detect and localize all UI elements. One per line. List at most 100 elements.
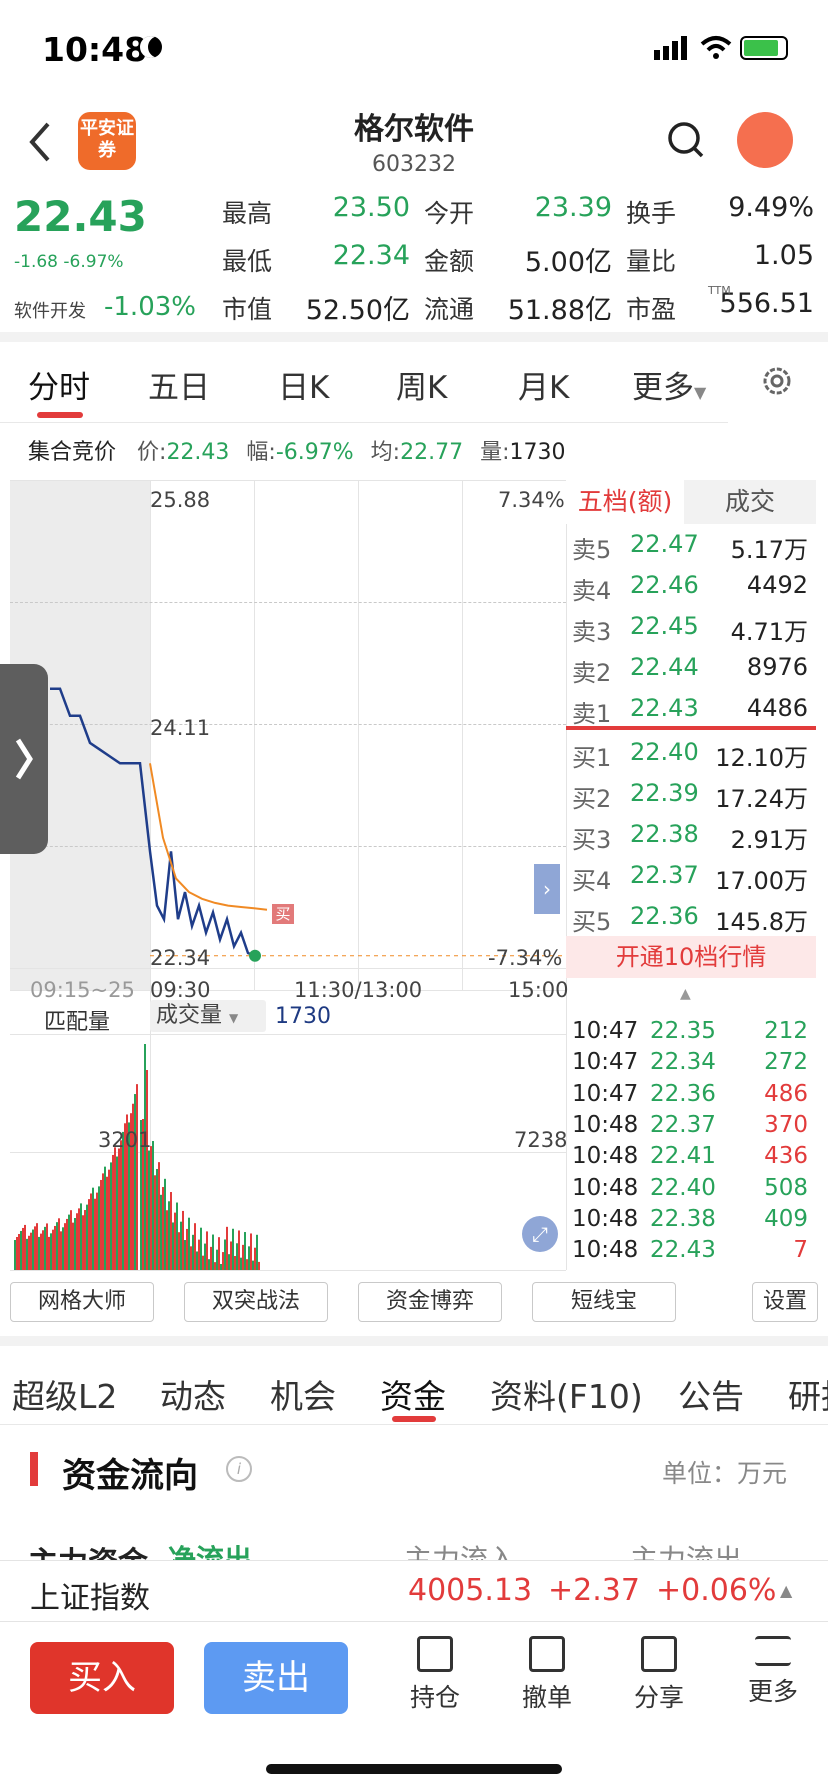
share-button[interactable]: 分享 bbox=[624, 1636, 694, 1714]
ask-row[interactable]: 卖1 22.43 4486 bbox=[566, 688, 812, 728]
tab-super-l2[interactable]: 超级L2 bbox=[12, 1370, 117, 1418]
volume-bar bbox=[168, 1201, 170, 1270]
short-line-button[interactable]: 短线宝 bbox=[532, 1282, 676, 1322]
avatar[interactable] bbox=[737, 112, 793, 168]
volume-bar bbox=[240, 1257, 242, 1270]
volume-bar bbox=[212, 1234, 214, 1270]
volume-bar bbox=[90, 1193, 92, 1270]
volume-select[interactable]: 成交量 ▼ bbox=[150, 1000, 266, 1032]
ask-row[interactable]: 卖3 22.45 4.71万 bbox=[566, 606, 812, 646]
more-button[interactable]: 更多 bbox=[738, 1636, 808, 1708]
tab-dynamics[interactable]: 动态 bbox=[160, 1370, 226, 1418]
index-bar[interactable]: 上证指数 4005.13 +2.37 +0.06% ▲ bbox=[0, 1560, 828, 1622]
volume-bar bbox=[94, 1198, 96, 1270]
chevron-up-icon[interactable]: ▲ bbox=[780, 1581, 792, 1600]
volume-bar bbox=[38, 1236, 40, 1270]
volume-right-tick: 7238 bbox=[514, 1128, 568, 1152]
battery-icon bbox=[740, 36, 788, 60]
quote-value: 5.00亿 bbox=[524, 247, 612, 278]
level-volume: 2.91万 bbox=[730, 826, 808, 854]
search-icon[interactable] bbox=[666, 120, 706, 164]
open10-button[interactable]: 开通10档行情 bbox=[566, 936, 816, 978]
tab-more[interactable]: 更多▼ bbox=[632, 362, 706, 407]
ask-row[interactable]: 卖5 22.47 5.17万 bbox=[566, 524, 812, 564]
volume-bar bbox=[184, 1240, 186, 1270]
volume-bar bbox=[148, 1150, 150, 1270]
status-time: 10:48 bbox=[42, 30, 148, 69]
tab-intraday[interactable]: 分时 bbox=[28, 362, 90, 407]
bid-row[interactable]: 买5 22.36 145.8万 bbox=[566, 896, 812, 936]
volume-bar bbox=[176, 1202, 178, 1270]
price-change: -1.68 -6.97% bbox=[14, 252, 124, 272]
tab-monthly-k[interactable]: 月K bbox=[518, 362, 569, 407]
cancel-order-button[interactable]: 撤单 bbox=[512, 1636, 582, 1714]
bid-row[interactable]: 买3 22.38 2.91万 bbox=[566, 814, 812, 854]
level-label: 卖5 bbox=[572, 536, 612, 564]
gear-icon[interactable] bbox=[760, 364, 794, 402]
positions-button[interactable]: 持仓 bbox=[400, 1636, 470, 1714]
current-price: 22.43 bbox=[14, 192, 147, 241]
volume-bar bbox=[246, 1259, 248, 1270]
volume-bar bbox=[204, 1243, 206, 1270]
info-icon[interactable]: i bbox=[226, 1456, 252, 1482]
bid-row[interactable]: 买2 22.39 17.24万 bbox=[566, 773, 812, 813]
volume-bar bbox=[46, 1223, 48, 1270]
quote-value: 51.88亿 bbox=[507, 295, 612, 326]
volume-bar bbox=[68, 1214, 70, 1270]
bid-row[interactable]: 买1 22.40 12.10万 bbox=[566, 732, 812, 772]
trade-row: 10:48 22.37 370 bbox=[566, 1112, 812, 1142]
auction-amp: -6.97% bbox=[275, 440, 354, 465]
tab-opportunity[interactable]: 机会 bbox=[270, 1370, 336, 1418]
auction-price-label: 价: bbox=[137, 440, 167, 465]
bid-row[interactable]: 买4 22.37 17.00万 bbox=[566, 855, 812, 895]
sell-button[interactable]: 卖出 bbox=[204, 1642, 348, 1714]
volume-bar bbox=[172, 1222, 174, 1270]
tab-orderbook[interactable]: 五档(额) bbox=[566, 480, 684, 524]
volume-bar bbox=[134, 1094, 136, 1270]
tab-research[interactable]: 研报 bbox=[788, 1370, 828, 1418]
volume-bar bbox=[118, 1148, 120, 1270]
ask-row[interactable]: 卖4 22.46 4492 bbox=[566, 565, 812, 605]
chevron-up-icon[interactable]: ▲ bbox=[680, 986, 691, 1002]
level-label: 卖3 bbox=[572, 618, 612, 646]
section-underline bbox=[392, 1416, 436, 1422]
quote-label: 市值 bbox=[222, 295, 273, 324]
level-volume: 145.8万 bbox=[715, 908, 808, 936]
double-breakout-button[interactable]: 双突战法 bbox=[184, 1282, 328, 1322]
tab-f10[interactable]: 资料(F10) bbox=[490, 1370, 643, 1418]
tab-weekly-k[interactable]: 周K bbox=[396, 362, 447, 407]
auction-avg: 22.77 bbox=[400, 440, 464, 465]
volume-bar bbox=[238, 1230, 240, 1270]
fund-flow-unit: 单位：万元 bbox=[662, 1459, 788, 1488]
tab-5day[interactable]: 五日 bbox=[148, 362, 210, 407]
trade-price: 22.38 bbox=[650, 1205, 716, 1232]
trade-price: 22.40 bbox=[650, 1174, 716, 1201]
trade-time: 10:47 bbox=[572, 1080, 639, 1107]
quote-value: 556.51 bbox=[719, 288, 814, 319]
level-label: 买2 bbox=[572, 785, 612, 813]
volume-bar bbox=[214, 1262, 216, 1270]
grid-master-button[interactable]: 网格大师 bbox=[10, 1282, 154, 1322]
volume-bar bbox=[100, 1179, 102, 1270]
tab-trades[interactable]: 成交 bbox=[684, 480, 816, 524]
trade-price: 22.37 bbox=[650, 1111, 716, 1138]
buy-button[interactable]: 买入 bbox=[30, 1642, 174, 1714]
volume-bar bbox=[30, 1232, 32, 1270]
intraday-chart[interactable]: 25.88 24.11 22.34 7.34% -7.34% 09:15~25 … bbox=[10, 480, 569, 1271]
change-percent: -6.97% bbox=[63, 252, 124, 272]
tab-capital[interactable]: 资金 bbox=[380, 1370, 446, 1418]
tab-announcement[interactable]: 公告 bbox=[678, 1370, 744, 1418]
orderbook-expand-button[interactable]: › bbox=[534, 864, 560, 914]
volume-bar bbox=[58, 1218, 60, 1270]
volume-header: 匹配量 成交量 ▼ 1730 bbox=[10, 1000, 566, 1035]
tab-daily-k[interactable]: 日K bbox=[278, 362, 329, 407]
volume-bar bbox=[158, 1162, 160, 1270]
capital-game-button[interactable]: 资金博弈 bbox=[358, 1282, 502, 1322]
ask-row[interactable]: 卖2 22.44 8976 bbox=[566, 647, 812, 687]
level-label: 买5 bbox=[572, 908, 612, 936]
settings-button[interactable]: 设置 bbox=[752, 1282, 818, 1322]
fullscreen-icon[interactable]: ⤢ bbox=[522, 1216, 558, 1252]
level-label: 买3 bbox=[572, 826, 612, 854]
signal-icon bbox=[654, 36, 688, 60]
side-panel-toggle[interactable] bbox=[0, 664, 48, 854]
